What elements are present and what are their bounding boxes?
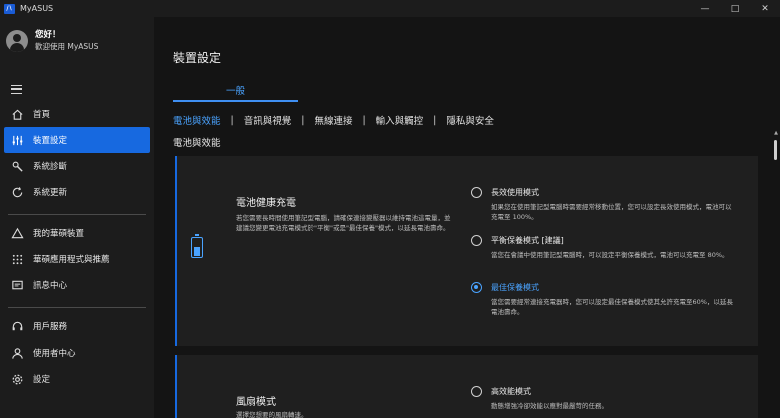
section-heading: 電池與效能 — [173, 138, 221, 149]
tab-general[interactable]: 一般 — [173, 83, 298, 97]
option-description: 動態增強冷卻效能以應對最嚴苛的任務。 — [491, 402, 608, 410]
sidebar-item-label: 設定 — [33, 375, 51, 385]
subtab-input-touch[interactable]: 輸入與觸控 — [376, 113, 424, 127]
battery-card-title: 電池健康充電 — [236, 198, 296, 209]
radio-button[interactable] — [471, 187, 482, 198]
option-description: 如果您在使用筆記型電腦時需要經常移動位置，您可以設定長效使用模式，電池可以充電至… — [491, 203, 732, 221]
minimize-button[interactable]: — — [690, 0, 720, 17]
tab-active-indicator — [173, 100, 298, 102]
sidebar-item-customer-service[interactable]: 用戶服務 — [4, 313, 150, 339]
sidebar-item-messages[interactable]: 訊息中心 — [4, 272, 150, 298]
fan-card-title: 風扇模式 — [236, 397, 276, 408]
gear-icon — [10, 372, 24, 386]
option-description: 當您在會議中使用筆記型電腦時，可以設定平衡保養模式，電池可以充電至 80%。 — [491, 251, 729, 259]
sidebar-item-label: 裝置設定 — [33, 136, 68, 146]
subtab-separator: | — [433, 114, 437, 126]
headset-icon — [10, 319, 24, 333]
sidebar-item-label: 使用者中心 — [33, 349, 76, 359]
subtab-privacy-security[interactable]: 隱私與安全 — [446, 113, 494, 127]
sliders-icon — [10, 133, 24, 147]
minimize-icon: — — [700, 3, 710, 14]
wrench-icon — [10, 159, 24, 173]
subtab-separator: | — [362, 114, 366, 126]
window-title: MyASUS — [20, 4, 54, 13]
subtab-separator: | — [230, 114, 234, 126]
main-content: 裝置設定 一般 電池與效能 | 音訊與視覺 | 無線連接 | 輸入與觸控 | 隱… — [154, 17, 780, 418]
fan-card-description: 選擇您想要的風扇轉速。 — [236, 411, 308, 418]
user-icon — [10, 346, 24, 360]
sidebar-divider — [8, 214, 146, 215]
maximize-button[interactable]: □ — [720, 0, 750, 17]
sidebar-item-label: 訊息中心 — [33, 281, 68, 291]
battery-icon — [191, 234, 203, 258]
radio-button[interactable] — [471, 386, 482, 397]
sidebar-item-label: 華碩應用程式與推薦 — [33, 255, 110, 265]
sidebar-item-home[interactable]: 首頁 — [4, 101, 150, 127]
sidebar-item-device-settings[interactable]: 裝置設定 — [4, 127, 150, 153]
subtab-battery-performance[interactable]: 電池與效能 — [173, 113, 221, 127]
radio-button-selected[interactable] — [471, 282, 482, 293]
sidebar: 您好！ 歡迎使用 MyASUS 首頁 裝置設定 系統診斷 系統更新 我的華碩裝置 — [0, 17, 154, 418]
avatar — [6, 29, 28, 52]
option-title: 高效能模式 — [491, 387, 531, 396]
battery-health-card: 電池健康充電 若您需要長時間使用筆記型電腦，請確保連接變壓器以維持電池這電量，並… — [175, 156, 758, 346]
sidebar-item-settings[interactable]: 設定 — [4, 366, 150, 392]
title-bar: /∖ MyASUS — □ ✕ — [0, 0, 780, 17]
scrollbar-thumb[interactable] — [774, 140, 777, 160]
sidebar-item-label: 系統更新 — [33, 188, 68, 198]
option-title: 平衡保養模式 [建議] — [491, 236, 564, 245]
subtab-bar: 電池與效能 | 音訊與視覺 | 無線連接 | 輸入與觸控 | 隱私與安全 — [173, 113, 494, 128]
message-icon — [10, 278, 24, 292]
welcome-text: 歡迎使用 MyASUS — [35, 42, 99, 51]
triangle-icon — [10, 226, 24, 240]
battery-card-description: 若您需要長時間使用筆記型電腦，請確保連接變壓器以維持電池這電量，並建議您變更電池… — [236, 214, 451, 232]
sidebar-item-apps[interactable]: 華碩應用程式與推薦 — [4, 246, 150, 272]
scroll-up-arrow-icon[interactable]: ▲ — [774, 130, 778, 136]
sidebar-item-label: 用戶服務 — [33, 322, 68, 332]
subtab-separator: | — [301, 114, 305, 126]
greeting-text: 您好！ — [35, 30, 61, 40]
fan-mode-card: 風扇模式 選擇您想要的風扇轉速。 高效能模式 動態增強冷卻效能以應對最嚴苛的任務… — [175, 355, 758, 418]
sidebar-item-label: 我的華碩裝置 — [33, 229, 85, 239]
asus-logo-icon: /∖ — [4, 3, 15, 14]
user-profile[interactable]: 您好！ 歡迎使用 MyASUS — [6, 29, 98, 52]
sidebar-item-user-center[interactable]: 使用者中心 — [4, 340, 150, 366]
sidebar-item-label: 系統診斷 — [33, 162, 68, 172]
menu-toggle-icon[interactable] — [11, 85, 22, 94]
home-icon — [10, 107, 24, 121]
maximize-icon: □ — [730, 3, 740, 14]
sidebar-item-my-devices[interactable]: 我的華碩裝置 — [4, 220, 150, 246]
refresh-icon — [10, 185, 24, 199]
close-button[interactable]: ✕ — [750, 0, 780, 17]
sidebar-divider — [8, 307, 146, 308]
subtab-audio-visual[interactable]: 音訊與視覺 — [244, 113, 292, 127]
sidebar-item-label: 首頁 — [33, 110, 51, 120]
window-controls: — □ ✕ — [690, 0, 780, 17]
option-title: 長效使用模式 — [491, 188, 539, 197]
close-icon: ✕ — [761, 3, 769, 14]
grid-icon — [10, 252, 24, 266]
option-title: 最佳保養模式 — [491, 283, 539, 292]
radio-button[interactable] — [471, 235, 482, 246]
page-title: 裝置設定 — [173, 51, 222, 65]
option-description: 當您需要經常連接充電器時，您可以設定最佳保養模式使其允許充電至60%，以延長電池… — [491, 298, 733, 316]
sidebar-item-system-update[interactable]: 系統更新 — [4, 179, 150, 205]
subtab-wireless[interactable]: 無線連接 — [314, 113, 352, 127]
sidebar-item-diagnosis[interactable]: 系統診斷 — [4, 153, 150, 179]
